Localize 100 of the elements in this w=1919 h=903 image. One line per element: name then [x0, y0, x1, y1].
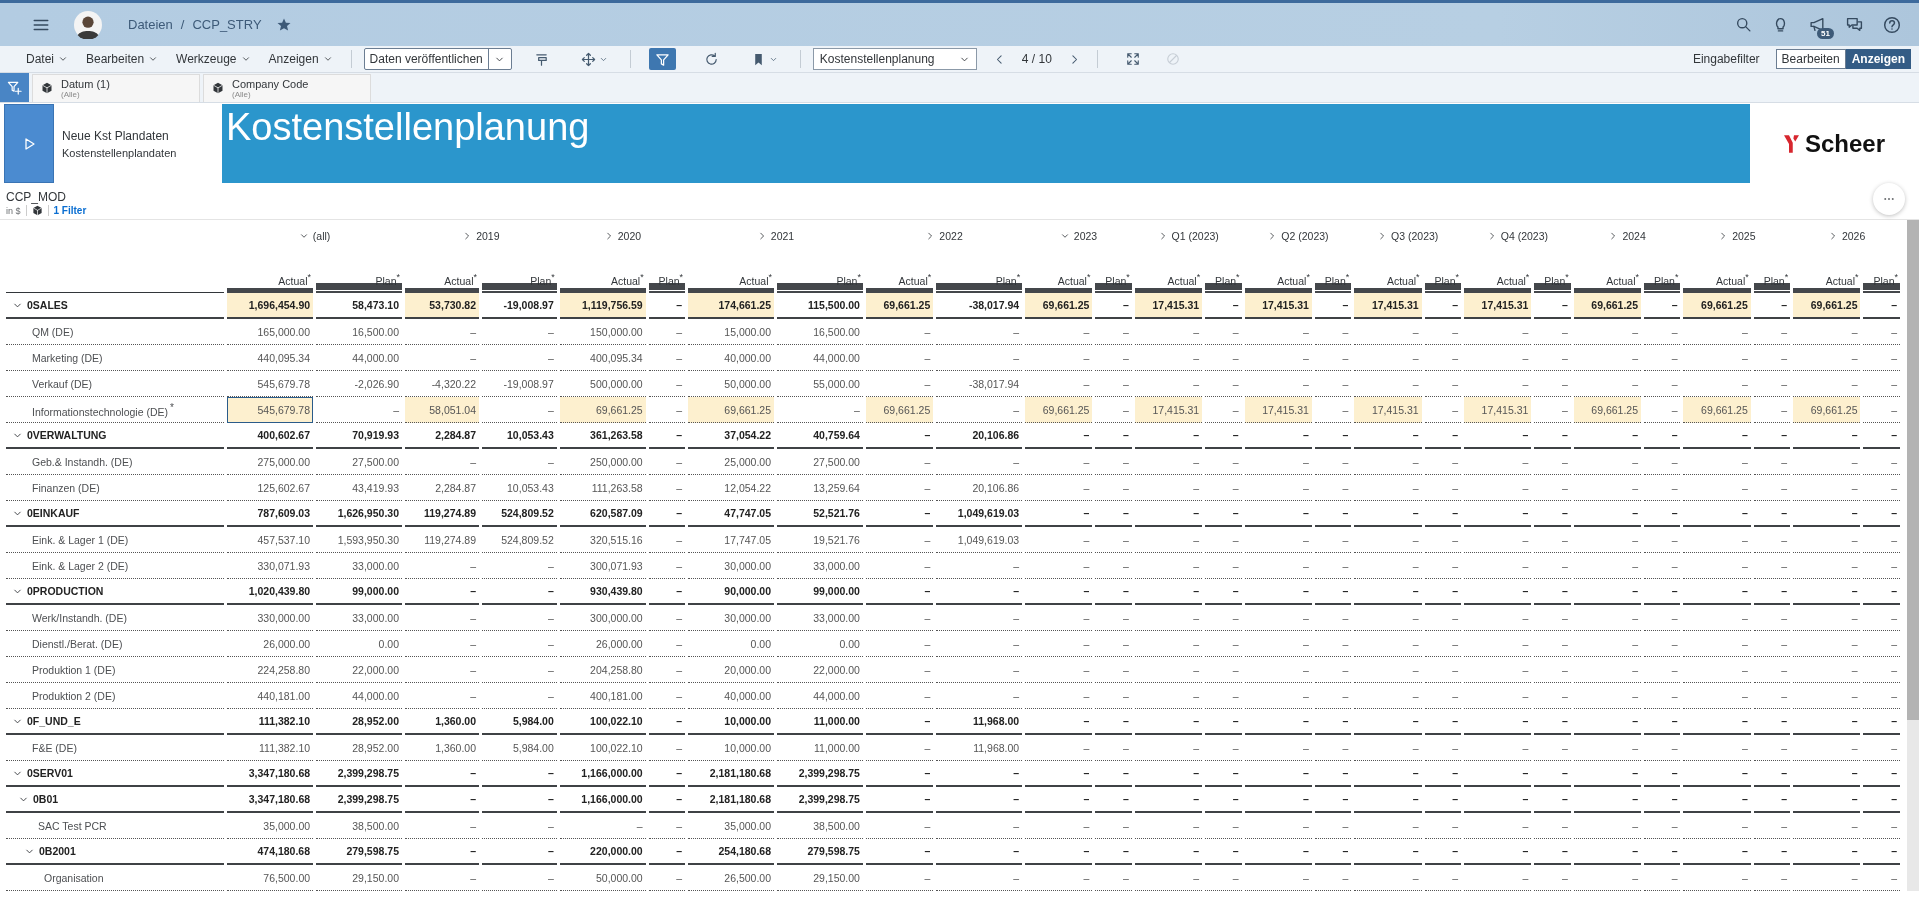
table-cell[interactable]: 69,661.25: [1793, 293, 1861, 319]
table-cell: –: [1573, 657, 1642, 683]
table-cell[interactable]: 69,661.25: [865, 293, 934, 319]
input-filter-link[interactable]: Eingabefilter: [1692, 52, 1760, 66]
add-filter-button[interactable]: [0, 73, 29, 102]
fullscreen-icon[interactable]: [1125, 52, 1140, 66]
measure-header[interactable]: Plan$^{*}$: [1314, 252, 1352, 293]
measure-header[interactable]: Plan$^{*}$: [936, 252, 1023, 293]
row-group-header[interactable]: 0EINKAUF: [6, 501, 225, 527]
table-cell[interactable]: 69,661.25: [1573, 293, 1642, 319]
table-cell[interactable]: 69,661.25: [1025, 397, 1093, 423]
column-group-header[interactable]: 2024: [1573, 220, 1681, 252]
row-group-header[interactable]: 0F_UND_E: [6, 709, 225, 735]
table-cell[interactable]: 17,415.31: [1354, 293, 1422, 319]
filter-button[interactable]: [648, 48, 676, 70]
table-cell: –: [648, 813, 686, 839]
table-cell[interactable]: 17,415.31: [1464, 397, 1532, 423]
help-icon[interactable]: [1883, 15, 1901, 34]
filter-token[interactable]: Datum (1) (Alle): [32, 74, 200, 102]
column-group-header[interactable]: 2020: [559, 220, 686, 252]
mode-toggle[interactable]: Anzeigen: [1845, 49, 1911, 69]
table-cell: –: [1205, 345, 1242, 371]
measure-header[interactable]: Plan$^{*}$: [1534, 252, 1571, 293]
menu-button[interactable]: Datei: [26, 52, 68, 66]
breadcrumb-link[interactable]: CCP_STRY: [192, 17, 262, 32]
column-group-header[interactable]: Q2 (2023): [1244, 220, 1352, 252]
table-cell[interactable]: 69,661.25: [1683, 293, 1751, 319]
column-group-header[interactable]: 2026: [1793, 220, 1900, 252]
column-group-header[interactable]: Q3 (2023): [1354, 220, 1462, 252]
page-dropdown[interactable]: Kostenstellenplanung: [812, 48, 977, 70]
measure-header[interactable]: Plan$^{*}$: [1424, 252, 1462, 293]
row-group-header[interactable]: 0VERWALTUNG: [6, 423, 225, 449]
search-icon[interactable]: [1735, 16, 1752, 33]
chat-icon[interactable]: [1846, 16, 1863, 33]
table-cell[interactable]: 69,661.25: [865, 397, 934, 423]
table-cell: 22,000.00: [777, 657, 863, 683]
menu-button[interactable]: Werkzeuge: [176, 52, 251, 66]
column-group-header[interactable]: 2022: [865, 220, 1023, 252]
table-cell[interactable]: 69,661.25: [1025, 293, 1093, 319]
table-cell[interactable]: 1,119,756.59: [559, 293, 646, 319]
table-cell[interactable]: 69,661.25: [688, 397, 774, 423]
measure-header[interactable]: Plan$^{*}$: [482, 252, 557, 293]
row-group-header[interactable]: 0B01: [6, 787, 225, 813]
scrollbar-thumb[interactable]: [1907, 220, 1919, 720]
dimension-icon[interactable]: [31, 205, 43, 216]
row-group-header[interactable]: 0B2001: [6, 839, 225, 865]
table-cell: –: [865, 631, 934, 657]
table-cell[interactable]: 17,415.31: [1134, 293, 1203, 319]
filter-link[interactable]: 1 Filter: [53, 205, 87, 216]
row-group-header[interactable]: 0SALES: [6, 293, 225, 319]
table-cell: –: [1025, 319, 1093, 345]
table-cell: –: [405, 605, 479, 631]
table-cell[interactable]: 17,415.31: [1134, 397, 1203, 423]
measure-header[interactable]: Plan$^{*}$: [1095, 252, 1132, 293]
table-cell[interactable]: 17,415.31: [1464, 293, 1532, 319]
column-group-header[interactable]: (all): [227, 220, 402, 252]
table-cell[interactable]: 69,661.25: [559, 397, 646, 423]
column-group-header[interactable]: 2025: [1683, 220, 1791, 252]
table-cell[interactable]: 174,661.25: [688, 293, 774, 319]
table-cell: –: [1205, 423, 1242, 449]
table-cell: –: [1025, 709, 1093, 735]
column-group-header[interactable]: 2019: [405, 220, 557, 252]
table-cell: –: [1314, 787, 1352, 813]
measure-header[interactable]: Plan$^{*}$: [316, 252, 402, 293]
table-cell[interactable]: 69,661.25: [1793, 397, 1861, 423]
table-cell[interactable]: 58,051.04: [405, 397, 479, 423]
table-cell[interactable]: 69,661.25: [1573, 397, 1642, 423]
table-cell[interactable]: 545,679.78: [227, 397, 314, 423]
table-cell: –: [482, 449, 557, 475]
table-cell[interactable]: 17,415.31: [1244, 397, 1312, 423]
menu-button[interactable]: Anzeigen: [268, 52, 333, 66]
row-group-header[interactable]: 0SERV01: [6, 761, 225, 787]
measure-header[interactable]: Plan$^{*}$: [648, 252, 686, 293]
tile-subtitle: Kostenstellenplandaten: [62, 146, 178, 159]
table-cell: –: [1354, 709, 1422, 735]
table-cell[interactable]: 17,415.31: [1244, 293, 1312, 319]
mode-toggle[interactable]: Bearbeiten: [1775, 49, 1846, 69]
column-group-header[interactable]: Q4 (2023): [1464, 220, 1571, 252]
column-group-header[interactable]: 2023: [1025, 220, 1132, 252]
row-group-header[interactable]: 0PRODUCTION: [6, 579, 225, 605]
menu-button[interactable]: Bearbeiten: [86, 52, 159, 66]
megaphone-icon[interactable]: [1809, 16, 1826, 33]
measure-header[interactable]: Plan$^{*}$: [1863, 252, 1900, 293]
scrollbar[interactable]: [1907, 220, 1919, 891]
column-group-header[interactable]: Q1 (2023): [1134, 220, 1242, 252]
table-cell: –: [1793, 761, 1861, 787]
table-cell[interactable]: 1,696,454.90: [227, 293, 314, 319]
measure-header[interactable]: Plan$^{*}$: [1205, 252, 1242, 293]
table-cell[interactable]: 69,661.25: [1683, 397, 1751, 423]
table-cell: –: [1314, 839, 1352, 865]
avatar[interactable]: [74, 10, 102, 39]
table-cell: 524,809.52: [482, 527, 557, 553]
table-cell[interactable]: 53,730.82: [405, 293, 479, 319]
column-group-header[interactable]: 2021: [688, 220, 863, 252]
measure-header[interactable]: Plan$^{*}$: [1644, 252, 1681, 293]
measure-header[interactable]: Plan$^{*}$: [777, 252, 863, 293]
breadcrumb-link[interactable]: Dateien: [128, 17, 173, 32]
table-cell[interactable]: 17,415.31: [1354, 397, 1422, 423]
measure-header[interactable]: Plan$^{*}$: [1753, 252, 1791, 293]
filter-token[interactable]: Company Code (Alle): [203, 74, 371, 102]
